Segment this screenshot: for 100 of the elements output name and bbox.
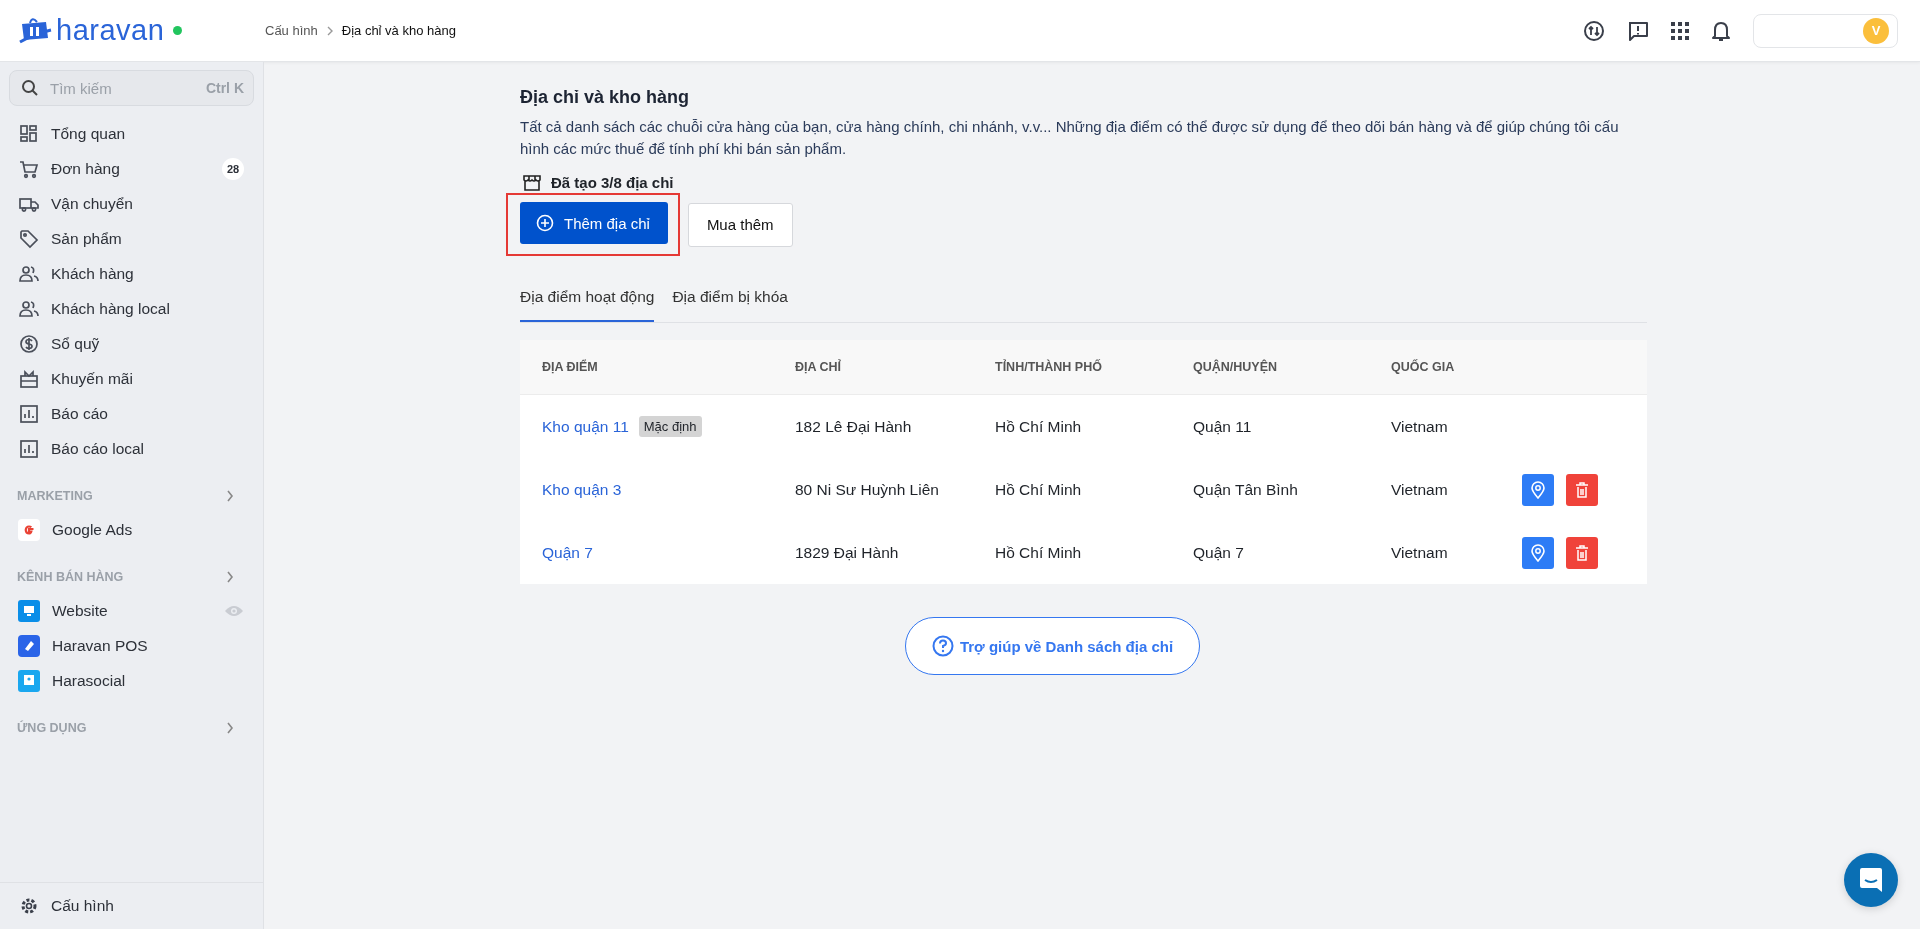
quota-label: Đã tạo 3/8 địa chỉ: [551, 174, 674, 191]
nav-label: Sổ quỹ: [51, 334, 100, 353]
delete-button[interactable]: [1566, 473, 1598, 506]
nav-item[interactable]: Khách hàng local: [9, 291, 254, 326]
table-cell-text: Hồ Chí Minh: [994, 417, 1083, 436]
transfer-icon[interactable]: [1583, 19, 1605, 42]
chat-button[interactable]: [1844, 853, 1898, 907]
chat-bubble-icon: [1859, 867, 1883, 893]
nav-item[interactable]: Báo cáo local: [9, 431, 254, 466]
add-address-button[interactable]: Thêm địa chỉ: [520, 202, 668, 244]
nav-label: Khuyến mãi: [51, 369, 133, 388]
location-link[interactable]: Quận 7: [542, 543, 593, 562]
nav-label: Harasocial: [52, 671, 126, 690]
nav-label: Báo cáo: [51, 404, 108, 423]
apps-grid-icon[interactable]: [1671, 21, 1689, 40]
nav-item[interactable]: Đơn hàng 28: [9, 151, 254, 186]
feedback-icon[interactable]: [1627, 19, 1649, 42]
column-header: ĐỊA ĐIỂM: [541, 360, 599, 374]
column-header: QUỐC GIA: [1390, 360, 1456, 374]
status-dot-icon: [173, 26, 183, 35]
store-icon: [523, 174, 541, 191]
default-tag: Mặc định: [638, 416, 702, 437]
question-circle-icon: [931, 635, 954, 657]
shortcut-hint: Ctrl K: [205, 80, 244, 96]
nav-item[interactable]: Tổng quan: [9, 116, 254, 151]
gear-icon: [19, 896, 39, 916]
grid-icon: [19, 123, 39, 144]
delete-button[interactable]: [1566, 536, 1598, 569]
tag-icon: [19, 228, 39, 249]
page-description: Tất cả danh sách các chuỗi cửa hàng của bạn, cửa hàng chính, chi nhánh, v.v... Những địa điểm có thể được sử dụng để theo dõi bán hàng và để giúp chúng tôi cấu hình các mức thuế để tính phí khi bán sản phẩm.: [520, 117, 1620, 159]
cart-icon: [19, 158, 39, 179]
nav-label: Sản phẩm: [51, 229, 122, 248]
chevron-right-icon[interactable]: [226, 722, 234, 734]
nav-label: Đơn hàng: [51, 159, 120, 178]
dollar-icon: [19, 333, 39, 354]
map-pin-button[interactable]: [1522, 536, 1554, 569]
nav-item[interactable]: Vận chuyển: [9, 186, 254, 221]
buy-more-button[interactable]: Mua thêm: [687, 202, 793, 247]
chart-icon: [19, 438, 39, 459]
table-cell-text: 182 Lê Đại Hành: [794, 417, 913, 436]
tag-app-icon: [18, 634, 40, 657]
nav-item[interactable]: Harasocial: [9, 663, 254, 698]
nav-label: Báo cáo local: [51, 439, 145, 458]
trash-icon: [1575, 481, 1589, 498]
nav-label: Google Ads: [52, 520, 133, 539]
tab[interactable]: Địa điểm bị khóa: [672, 278, 788, 322]
nav-label: Tổng quan: [51, 124, 126, 143]
chevron-right-icon[interactable]: [226, 571, 234, 583]
chart-icon: [19, 403, 39, 424]
gift-icon: [19, 368, 39, 389]
nav-item[interactable]: Google Ads: [9, 512, 254, 547]
table-cell-text: Quận 11: [1192, 417, 1253, 436]
table-cell-text: Hồ Chí Minh: [994, 480, 1083, 499]
page-title: Địa chỉ và kho hàng: [520, 87, 691, 108]
brand-name[interactable]: haravan: [56, 14, 165, 47]
nav-label: Khách hàng: [51, 264, 134, 283]
nav-item[interactable]: Website: [9, 593, 254, 628]
chat-app-icon: [18, 669, 40, 692]
nav-item[interactable]: Sổ quỹ: [9, 326, 254, 361]
nav-label: Website: [52, 601, 108, 620]
nav-item[interactable]: Sản phẩm: [9, 221, 254, 256]
table-cell-text: Vietnam: [1390, 543, 1449, 562]
table-cell-text: Quận Tân Bình: [1192, 480, 1299, 499]
table-cell-text: Vietnam: [1390, 480, 1449, 499]
chevron-right-icon: [325, 25, 334, 36]
breadcrumb-item[interactable]: Cấu hình: [265, 23, 318, 38]
nav-item[interactable]: Khuyến mãi: [9, 361, 254, 396]
table-cell-text: Hồ Chí Minh: [994, 543, 1083, 562]
count-badge: 28: [222, 157, 244, 180]
table-cell-text: 1829 Đại Hành: [794, 543, 900, 562]
bell-icon[interactable]: [1711, 19, 1731, 42]
bag-logo-icon: [18, 15, 52, 46]
nav-label: Khách hàng local: [51, 299, 170, 318]
nav-label: Haravan POS: [52, 636, 148, 655]
search-icon: [21, 79, 39, 97]
table-cell-text: Vietnam: [1390, 417, 1449, 436]
map-pin-icon: [1531, 543, 1545, 562]
chevron-right-icon[interactable]: [226, 490, 234, 502]
google-g-icon: [18, 518, 40, 541]
location-link[interactable]: Kho quận 11: [542, 417, 629, 436]
table-cell-text: 80 Ni Sư Huỳnh Liên: [794, 480, 940, 499]
nav-item[interactable]: Báo cáo: [9, 396, 254, 431]
nav-item[interactable]: Haravan POS: [9, 628, 254, 663]
settings-item[interactable]: Cấu hình: [0, 882, 263, 929]
monitor-app-icon: [18, 599, 40, 622]
tab[interactable]: Địa điểm hoạt động: [520, 278, 655, 322]
help-button[interactable]: Trợ giúp về Danh sách địa chỉ: [904, 617, 1201, 675]
column-header: TỈNH/THÀNH PHỐ: [994, 360, 1103, 374]
map-pin-button[interactable]: [1522, 473, 1554, 506]
breadcrumb-item: Địa chỉ và kho hàng: [341, 23, 456, 38]
table-cell-text: Quận 7: [1192, 543, 1245, 562]
trash-icon: [1575, 544, 1589, 561]
nav-item[interactable]: Khách hàng: [9, 256, 254, 291]
avatar: V: [1863, 17, 1889, 44]
map-pin-icon: [1531, 480, 1545, 499]
plus-circle-icon: [536, 214, 554, 232]
users-icon: [19, 263, 39, 284]
users-icon: [19, 298, 39, 319]
column-header: ĐỊA CHỈ: [794, 360, 843, 374]
location-link[interactable]: Kho quận 3: [542, 480, 622, 499]
